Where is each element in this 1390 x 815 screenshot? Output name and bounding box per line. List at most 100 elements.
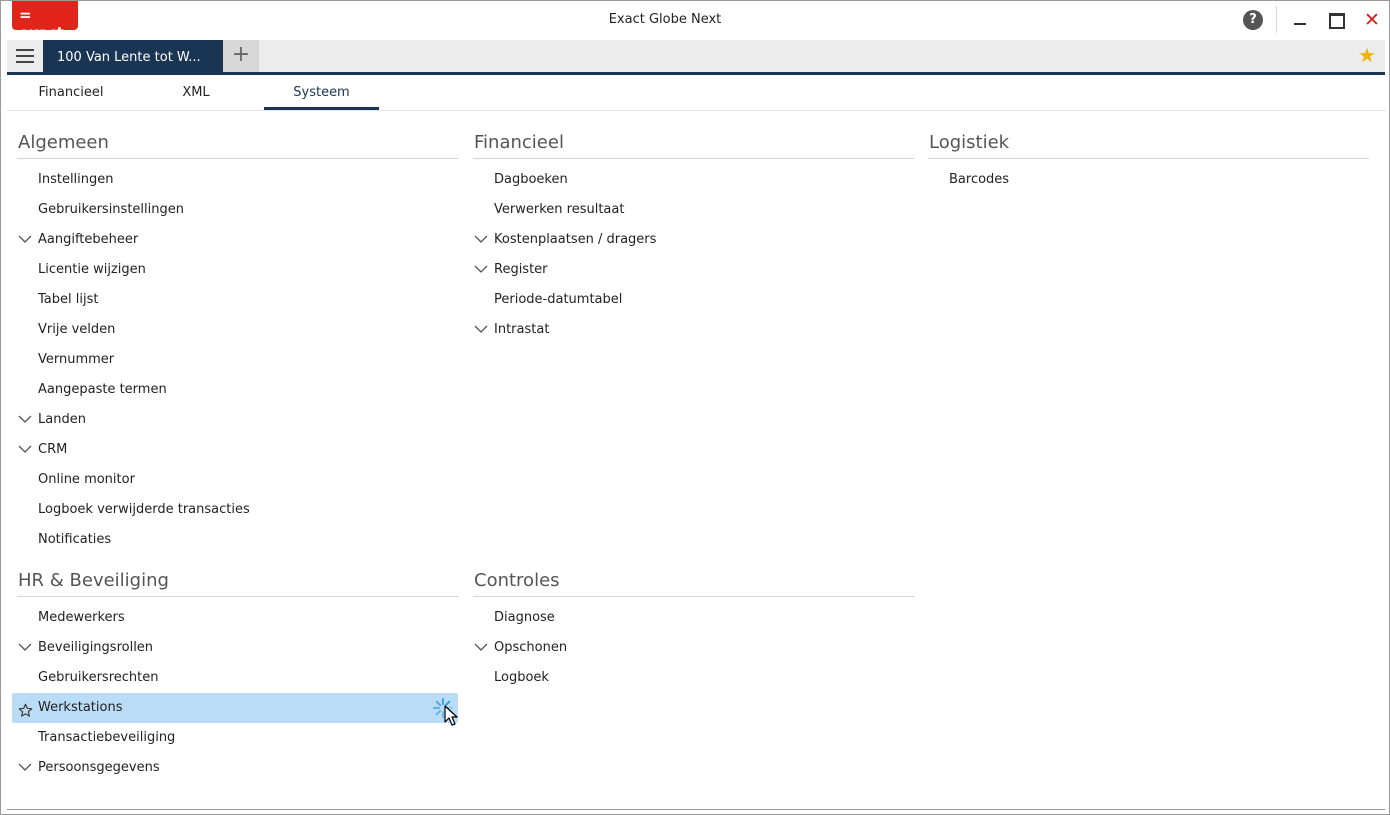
menu-item-label: Licentie wijzigen	[38, 262, 146, 277]
menu-item-dagboeken[interactable]: Dagboeken	[473, 165, 914, 195]
title-bar: = exact Exact Globe Next ? ✕	[1, 1, 1389, 42]
menu-item-verwerken-resultaat[interactable]: Verwerken resultaat	[473, 195, 914, 225]
menu-item-notificaties[interactable]: Notificaties	[17, 525, 458, 555]
section-algemeen: Algemeen Instellingen Gebruikersinstellin…	[17, 132, 458, 555]
menu-item-transactiebeveiliging[interactable]: Transactiebeveiliging	[17, 723, 458, 753]
section-title: Controles	[474, 570, 560, 591]
menu-item-logboek[interactable]: Logboek	[473, 663, 914, 693]
company-tab[interactable]: 100 Van Lente tot W...	[43, 40, 223, 72]
section-title: Algemeen	[18, 132, 109, 153]
menu-item-crm[interactable]: CRM	[17, 435, 458, 465]
close-button[interactable]: ✕	[1361, 9, 1383, 31]
section-financieel: Financieel Dagboeken Verwerken resultaat K…	[473, 132, 914, 345]
section-title: HR & Beveiliging	[18, 570, 169, 591]
menu-item-periode-datumtabel[interactable]: Periode-datumtabel	[473, 285, 914, 315]
menu-item-label: Medewerkers	[38, 610, 125, 625]
menu-item-label: Aangepaste termen	[38, 382, 167, 397]
section-divider	[17, 596, 458, 597]
tab-xml[interactable]: XML	[151, 75, 241, 110]
menu-item-tabel-lijst[interactable]: Tabel lijst	[17, 285, 458, 315]
menu-item-medewerkers[interactable]: Medewerkers	[17, 603, 458, 633]
menu-item-label: CRM	[38, 442, 68, 457]
chevron-down-icon[interactable]	[474, 264, 488, 274]
menu-item-gebruikersinstellingen[interactable]: Gebruikersinstellingen	[17, 195, 458, 225]
menu-item-label: Gebruikersinstellingen	[38, 202, 184, 217]
minimize-button[interactable]	[1289, 9, 1311, 31]
menu-item-label: Tabel lijst	[38, 292, 99, 307]
menu-item-label: Kostenplaatsen / dragers	[494, 232, 657, 247]
menu-item-label: Gebruikersrechten	[38, 670, 159, 685]
menu-item-label: Intrastat	[494, 322, 550, 337]
menu-item-label: Diagnose	[494, 610, 555, 625]
menu-item-persoonsgegevens[interactable]: Persoonsgegevens	[17, 753, 458, 783]
add-tab-button[interactable]: +	[223, 40, 259, 72]
menu-item-label: Beveiligingsrollen	[38, 640, 154, 655]
menu-item-label: Online monitor	[38, 472, 135, 487]
menu-item-label: Periode-datumtabel	[494, 292, 623, 307]
menu-item-landen[interactable]: Landen	[17, 405, 458, 435]
menu-item-logboek-verwijderde-transacties[interactable]: Logboek verwijderde transacties	[17, 495, 458, 525]
chevron-down-icon[interactable]	[18, 234, 32, 244]
menu-item-label: Register	[494, 262, 548, 277]
menu-item-label: Logboek verwijderde transacties	[38, 502, 250, 517]
section-title: Logistiek	[929, 132, 1010, 153]
menu-item-label: Vernummer	[38, 352, 115, 367]
chevron-down-icon[interactable]	[474, 324, 488, 334]
app-window: = exact Exact Globe Next ? ✕ 100 Van Len…	[0, 0, 1390, 815]
menu-item-gebruikersrechten[interactable]: Gebruikersrechten	[17, 663, 458, 693]
menu-item-label: Dagboeken	[494, 172, 568, 187]
section-logistiek: Logistiek Barcodes	[928, 132, 1369, 195]
menu-item-label: Notificaties	[38, 532, 112, 547]
hamburger-menu-icon[interactable]	[7, 40, 43, 72]
menu-item-register[interactable]: Register	[473, 255, 914, 285]
menu-item-label: Werkstations	[38, 700, 123, 715]
menu-item-vernummer[interactable]: Vernummer	[17, 345, 458, 375]
menu-item-label: Transactiebeveiliging	[38, 730, 176, 745]
document-tab-bar: 100 Van Lente tot W... + ★	[7, 40, 1385, 73]
sub-tab-bar: Financieel XML Systeem	[7, 75, 1385, 111]
menu-item-label: Barcodes	[949, 172, 1010, 187]
menu-item-label: Persoonsgegevens	[38, 760, 160, 775]
section-divider	[17, 158, 458, 159]
menu-item-instellingen[interactable]: Instellingen	[17, 165, 458, 195]
menu-item-label: Vrije velden	[38, 322, 116, 337]
menu-item-label: Verwerken resultaat	[494, 202, 625, 217]
maximize-button[interactable]	[1325, 9, 1347, 31]
chevron-down-icon[interactable]	[18, 414, 32, 424]
menu-item-label: Logboek	[494, 670, 549, 685]
favorite-star-icon[interactable]	[18, 700, 33, 717]
menu-item-label: Landen	[38, 412, 86, 427]
menu-item-kostenplaatsen-dragers[interactable]: Kostenplaatsen / dragers	[473, 225, 914, 255]
chevron-down-icon[interactable]	[18, 762, 32, 772]
menu-item-intrastat[interactable]: Intrastat	[473, 315, 914, 345]
content-bottom-border	[7, 809, 1385, 810]
chevron-down-icon[interactable]	[474, 642, 488, 652]
menu-item-werkstations[interactable]: Werkstations	[12, 693, 458, 726]
favorites-star-icon[interactable]: ★	[1356, 44, 1378, 66]
menu-item-label: Instellingen	[38, 172, 114, 187]
section-divider	[473, 596, 914, 597]
title-separator	[1276, 6, 1277, 33]
section-hr-beveiliging: HR & Beveiliging Medewerkers Beveiligings…	[12, 570, 458, 783]
chevron-down-icon[interactable]	[474, 234, 488, 244]
menu-item-barcodes[interactable]: Barcodes	[928, 165, 1369, 195]
menu-item-beveiligingsrollen[interactable]: Beveiligingsrollen	[17, 633, 458, 663]
section-title: Financieel	[474, 132, 564, 153]
tab-systeem[interactable]: Systeem	[264, 75, 379, 110]
menu-item-label: Opschonen	[494, 640, 568, 655]
section-controles: Controles Diagnose Opschonen Logboek	[473, 570, 914, 693]
section-divider	[928, 158, 1369, 159]
help-button[interactable]: ?	[1243, 10, 1263, 30]
menu-item-aangiftebeheer[interactable]: Aangiftebeheer	[17, 225, 458, 255]
tab-financieel[interactable]: Financieel	[23, 75, 119, 110]
menu-item-vrije-velden[interactable]: Vrije velden	[17, 315, 458, 345]
chevron-down-icon[interactable]	[18, 444, 32, 454]
menu-item-aangepaste-termen[interactable]: Aangepaste termen	[17, 375, 458, 405]
section-divider	[473, 158, 914, 159]
window-title: Exact Globe Next	[608, 12, 722, 27]
menu-item-opschonen[interactable]: Opschonen	[473, 633, 914, 663]
chevron-down-icon[interactable]	[18, 642, 32, 652]
menu-item-diagnose[interactable]: Diagnose	[473, 603, 914, 633]
menu-item-licentie-wijzigen[interactable]: Licentie wijzigen	[17, 255, 458, 285]
menu-item-online-monitor[interactable]: Online monitor	[17, 465, 458, 495]
